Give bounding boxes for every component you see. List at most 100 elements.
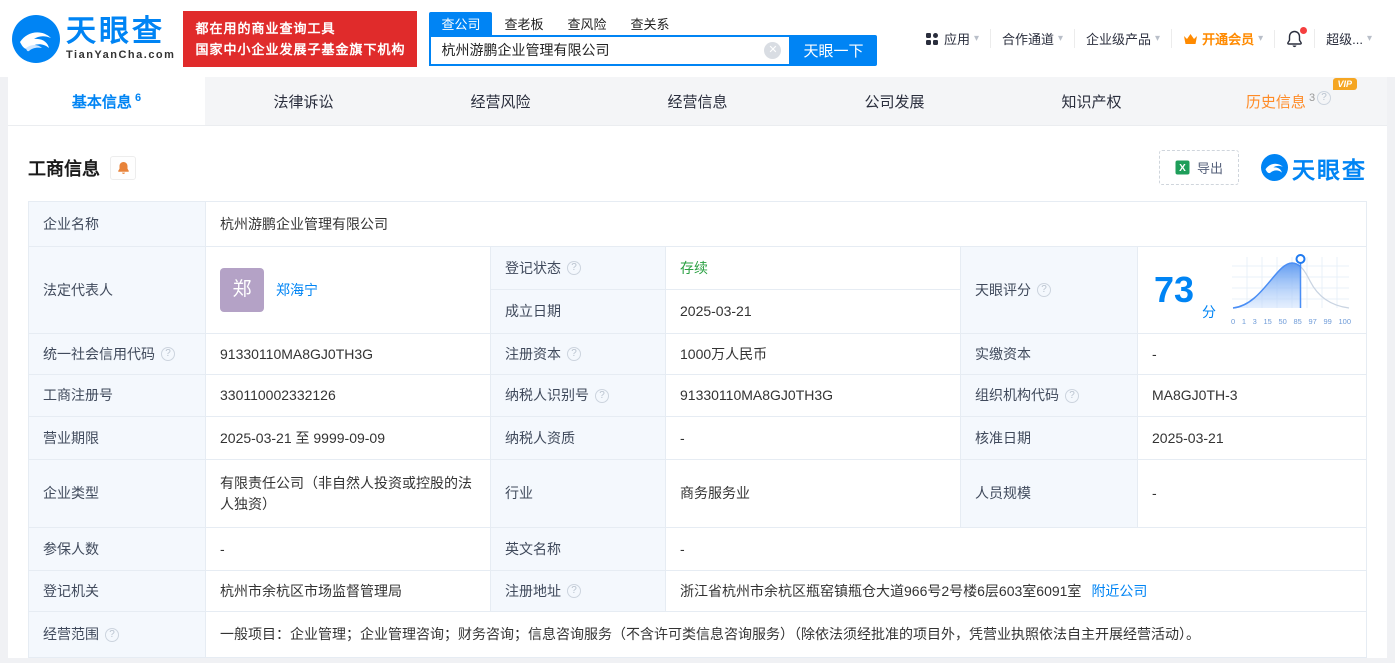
reg-address-value-cell: 浙江省杭州市余杭区瓶窑镇瓶仓大道966号2号楼6层603室6091室 附近公司 [666,571,1366,612]
search-tab-risk[interactable]: 查风险 [555,12,618,35]
tianyancha-logo[interactable]: 天眼查 TianYanCha.com [12,14,176,63]
business-term-label: 营业期限 [29,417,206,460]
reg-capital-label: 注册资本 [505,345,561,362]
credit-code-label-cell: 统一社会信用代码 [29,334,206,375]
legal-rep-cell: 郑 郑海宁 [206,247,491,334]
clear-icon[interactable] [764,41,782,59]
logo-domain: TianYanCha.com [66,48,176,61]
nav-notifications[interactable] [1274,26,1314,48]
business-scope-value: 一般项目：企业管理；企业管理咨询；财务咨询；信息咨询服务（不含许可类信息咨询服务… [206,612,1366,657]
tab-basic-info-count: 6 [134,91,142,104]
promo-line1: 都在用的商业查询工具 [195,20,336,36]
nearby-companies-link[interactable]: 附近公司 [1091,581,1147,602]
tab-company-development[interactable]: 公司发展 [796,77,993,125]
search-tab-relation[interactable]: 查关系 [619,12,682,35]
reg-address-help-icon[interactable] [567,584,581,598]
svg-text:X: X [1179,163,1186,174]
score-chart-axis: 0 1 3 15 50 85 97 99 100 [1231,316,1351,326]
reg-capital-help-icon[interactable] [567,347,581,361]
search-tab-company[interactable]: 查公司 [429,11,493,35]
nav-open-vip[interactable]: 开通会员 [1171,29,1274,48]
tab-legal-label: 法律诉讼 [273,93,334,111]
insured-count-label: 参保人数 [29,528,206,571]
nav-apps[interactable]: 应用 [914,29,990,48]
tab-operating-risk[interactable]: 经营风险 [402,77,599,125]
org-code-label: 组织机构代码 [975,387,1059,403]
search-input[interactable] [429,34,790,66]
business-info-table: 企业名称 杭州游鹏企业管理有限公司 法定代表人 郑 郑海宁 登记状态 存续 成立… [28,201,1367,658]
credit-code-help-icon[interactable] [161,347,175,361]
industry-label: 行业 [491,460,666,528]
company-type-label: 企业类型 [29,460,206,528]
paid-capital-value: - [1138,334,1366,375]
tab-basic-info[interactable]: 基本信息 6 [8,77,205,125]
reg-capital-label-cell: 注册资本 [491,334,666,375]
approval-date-label: 核准日期 [961,417,1138,460]
score-distribution-chart: 0 1 3 15 50 85 97 99 100 [1230,253,1352,327]
top-header: 天眼查 TianYanCha.com 都在用的商业查询工具 国家中小企业发展子基… [0,0,1395,77]
tab-history-info-count: 3 [1308,91,1316,104]
export-button-label: 导出 [1196,161,1223,176]
reg-status-label: 登记状态 [505,259,561,276]
tab-intellectual-property-label: 知识产权 [1061,93,1122,111]
reg-number-label: 工商注册号 [29,375,206,417]
tab-intellectual-property[interactable]: 知识产权 [993,77,1190,125]
score-value: 73 [1154,269,1195,310]
reg-number-value: 330110002332126 [206,375,491,417]
legal-rep-name-link[interactable]: 郑海宁 [276,280,318,301]
business-term-value: 2025-03-21 至 9999-09-09 [206,417,491,460]
nav-account-label: 超级... [1326,32,1363,47]
score-label-cell: 天眼评分 [961,247,1138,334]
search-block: 查公司 查老板 查风险 查关系 天眼一下 [429,11,878,66]
org-code-value: MA8GJ0TH-3 [1138,375,1366,417]
tianyancha-logo-icon [12,14,60,63]
taxpayer-id-help-icon[interactable] [595,388,609,403]
legal-rep-label: 法定代表人 [29,247,206,334]
taxpayer-quality-value: - [666,417,961,460]
reg-capital-value: 1000万人民币 [666,334,961,375]
tab-operating-info[interactable]: 经营信息 [599,77,796,125]
legal-rep-avatar[interactable]: 郑 [220,268,264,312]
tab-operating-risk-label: 经营风险 [470,93,531,111]
app-grid-icon [925,32,938,45]
reg-status-help-icon[interactable] [567,261,581,275]
insured-count-value: - [206,528,491,571]
industry-value: 商务服务业 [666,460,961,528]
business-scope-label: 经营范围 [43,626,99,642]
watermark-logo[interactable]: 天眼查 [1261,151,1367,185]
watermark-logo-text: 天眼查 [1292,156,1367,183]
company-type-value: 有限责任公司（非自然人投资或控股的法人独资） [206,460,491,528]
excel-icon: X [1175,160,1190,175]
promo-banner[interactable]: 都在用的商业查询工具 国家中小企业发展子基金旗下机构 [183,10,418,67]
business-info-card: 工商信息 X 导出 天眼查 企业名称 杭州游鹏企业管理有限公司 法定代表人 郑 … [8,126,1387,658]
company-name-label: 企业名称 [29,202,206,247]
crown-icon [1184,34,1198,44]
nav-enterprise-label: 企业级产品 [1086,32,1152,47]
subscribe-bell-button[interactable] [110,155,136,180]
tab-legal[interactable]: 法律诉讼 [205,77,402,125]
score-pin-icon [1295,253,1306,264]
tab-history-info-label: 历史信息 [1245,93,1306,111]
nav-partner-label: 合作通道 [1001,32,1054,47]
credit-code-label: 统一社会信用代码 [43,345,155,362]
nav-partner[interactable]: 合作通道 [989,29,1074,48]
search-tabs: 查公司 查老板 查风险 查关系 [429,11,877,35]
tab-history-info[interactable]: 历史信息 3 VIP [1190,77,1387,125]
search-tab-boss[interactable]: 查老板 [492,12,555,35]
credit-code-value: 91330110MA8GJ0TH3G [206,334,491,375]
score-help-icon[interactable] [1037,283,1051,297]
approval-date-value: 2025-03-21 [1138,417,1366,460]
search-button[interactable]: 天眼一下 [789,34,878,66]
taxpayer-id-label: 纳税人识别号 [505,387,589,403]
business-scope-help-icon[interactable] [105,627,119,642]
nav-apps-label: 应用 [943,32,970,47]
score-unit: 分 [1202,304,1217,321]
export-button[interactable]: X 导出 [1158,150,1239,185]
nav-enterprise[interactable]: 企业级产品 [1074,29,1171,48]
org-code-help-icon[interactable] [1065,388,1079,403]
reg-address-label: 注册地址 [505,582,561,599]
taxpayer-quality-label: 纳税人资质 [491,417,666,460]
nav-account[interactable]: 超级... [1314,29,1383,48]
history-help-icon[interactable] [1317,90,1332,105]
vip-badge: VIP [1332,77,1358,90]
